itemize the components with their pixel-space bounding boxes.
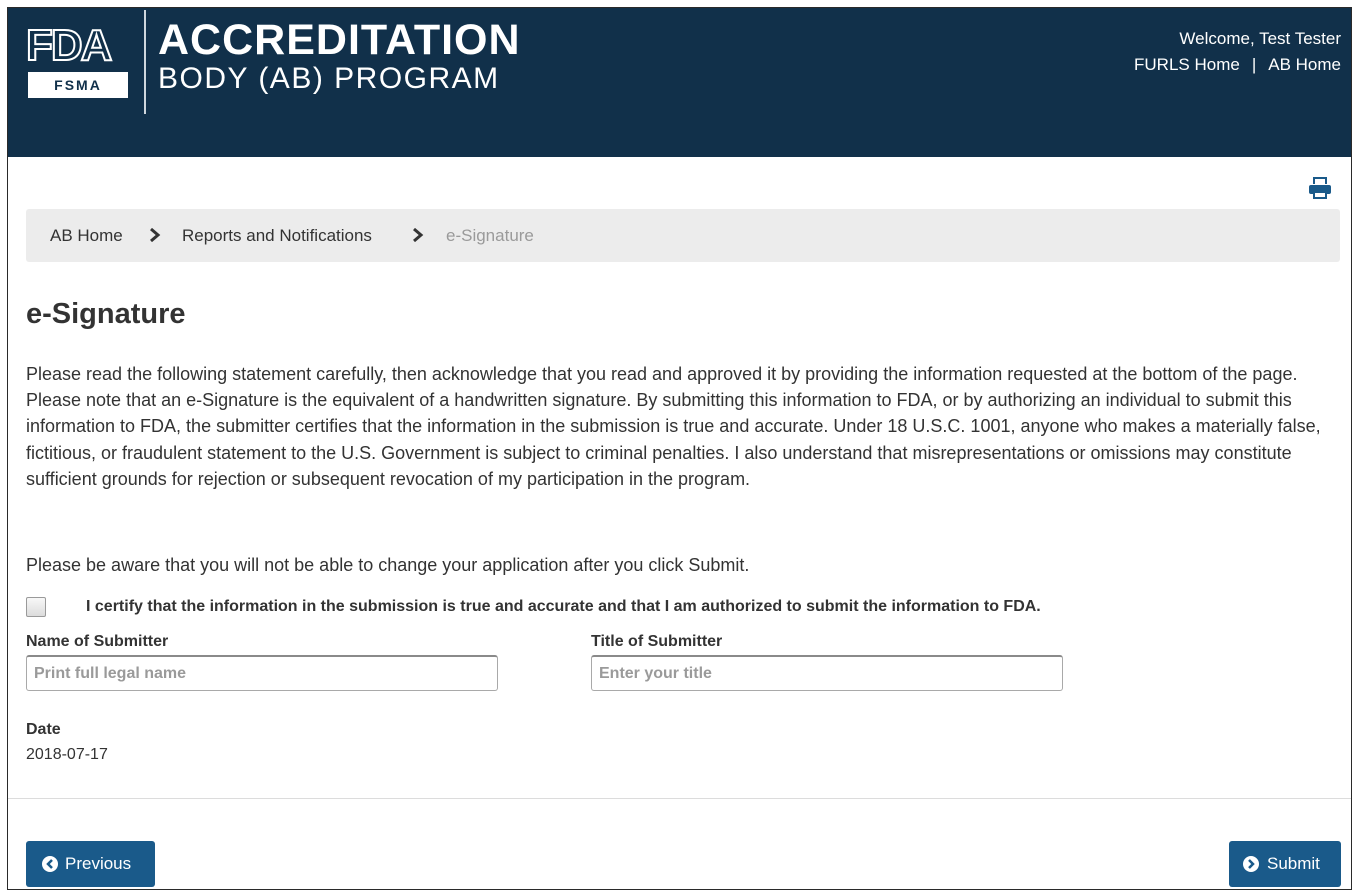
date-label: Date	[26, 721, 61, 738]
chevron-circle-left-icon	[42, 856, 58, 872]
ab-home-link[interactable]: AB Home	[1268, 55, 1341, 74]
submit-label: Submit	[1267, 854, 1320, 873]
submit-button[interactable]: Submit	[1229, 841, 1341, 887]
chevron-circle-right-icon	[1243, 856, 1259, 872]
certify-label: I certify that the information in the su…	[86, 598, 1041, 615]
breadcrumb-current: e-Signature	[446, 226, 534, 245]
header-links: FURLS Home | AB Home	[1134, 54, 1341, 76]
furls-home-link[interactable]: FURLS Home	[1134, 55, 1240, 74]
breadcrumb-ab-home[interactable]: AB Home	[50, 226, 123, 245]
program-title: ACCREDITATION	[158, 16, 521, 64]
certify-row: I certify that the information in the su…	[26, 596, 1326, 620]
chevron-right-icon	[150, 228, 161, 242]
print-icon[interactable]	[1308, 176, 1332, 200]
submit-warning: Please be aware that you will not be abl…	[26, 555, 750, 575]
title-of-submitter-input[interactable]	[591, 655, 1063, 691]
page-title: e-Signature	[26, 298, 186, 330]
chevron-right-icon	[413, 228, 424, 242]
esignature-statement: Please read the following statement care…	[26, 364, 1321, 489]
title-of-submitter-label: Title of Submitter	[591, 633, 723, 650]
link-separator: |	[1251, 55, 1257, 74]
previous-label: Previous	[65, 854, 132, 873]
name-of-submitter-input[interactable]	[26, 655, 498, 691]
previous-button[interactable]: Previous	[26, 841, 155, 887]
site-header: FDA FSMA ACCREDITATION BODY (AB) PROGRAM…	[8, 8, 1351, 157]
fsma-logo: FSMA	[28, 72, 128, 98]
certify-checkbox[interactable]	[26, 597, 46, 617]
program-subtitle: BODY (AB) PROGRAM	[158, 62, 500, 95]
breadcrumb-reports-notifications[interactable]: Reports and Notifications	[182, 226, 372, 245]
date-value: 2018-07-17	[26, 746, 108, 763]
welcome-message: Welcome, Test Tester	[1179, 29, 1341, 48]
fda-logo: FDA	[25, 21, 113, 70]
footer-divider	[8, 798, 1351, 799]
name-of-submitter-label: Name of Submitter	[26, 633, 169, 650]
breadcrumb: AB Home Reports and Notifications e-Sign…	[26, 209, 1340, 262]
logo-divider	[144, 10, 146, 114]
